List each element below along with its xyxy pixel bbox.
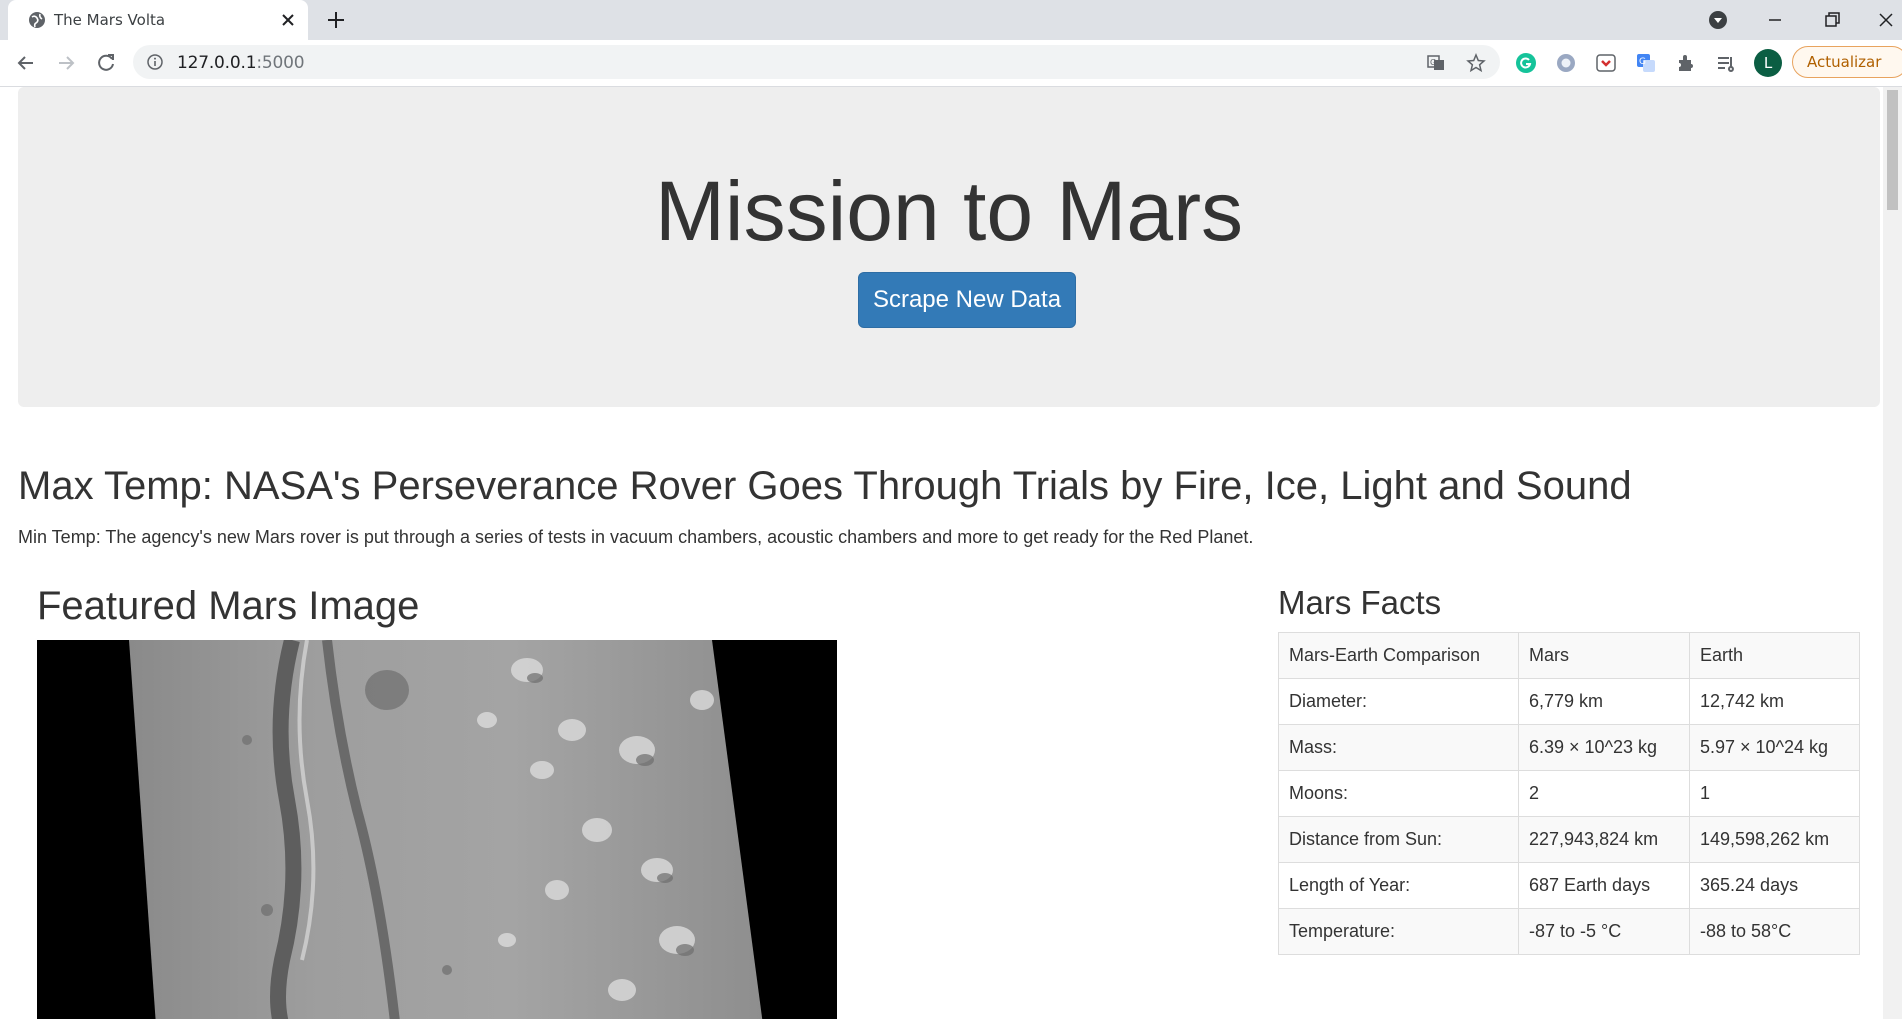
svg-text:G: G	[1639, 57, 1646, 67]
table-cell: 6.39 × 10^23 kg	[1518, 724, 1690, 771]
back-icon[interactable]	[15, 52, 37, 74]
address-bar[interactable]: 127.0.0.1:5000 G	[133, 45, 1500, 79]
table-cell: 149,598,262 km	[1689, 816, 1860, 863]
extensions-puzzle-icon[interactable]	[1675, 52, 1697, 74]
scrape-button[interactable]: Scrape New Data	[858, 272, 1076, 328]
table-cell: 12,742 km	[1689, 678, 1860, 725]
page-title: Mission to Mars	[654, 164, 1244, 258]
forward-icon[interactable]	[55, 52, 77, 74]
page-content: Mission to Mars Scrape New Data Max Temp…	[0, 87, 1883, 1019]
minimize-icon[interactable]	[1765, 10, 1785, 30]
translate-icon[interactable]: G	[1426, 53, 1446, 73]
extension-o-icon[interactable]	[1555, 52, 1577, 74]
header-cell: Mars-Earth Comparison	[1278, 632, 1519, 679]
news-title: Max Temp: NASA's Perseverance Rover Goes…	[18, 464, 1632, 508]
jumbotron: Mission to Mars Scrape New Data	[18, 87, 1880, 407]
table-cell: 1	[1689, 770, 1860, 817]
info-icon[interactable]	[147, 54, 163, 70]
table-cell: 365.24 days	[1689, 862, 1860, 909]
table-cell: -88 to 58°C	[1689, 908, 1860, 955]
table-cell: -87 to -5 °C	[1518, 908, 1690, 955]
table-cell: Length of Year:	[1278, 862, 1519, 909]
table-cell: 5.97 × 10^24 kg	[1689, 724, 1860, 771]
restore-icon[interactable]	[1822, 10, 1842, 30]
mars-facts-title: Mars Facts	[1278, 584, 1442, 621]
table-cell: 227,943,824 km	[1518, 816, 1690, 863]
tab-search-icon[interactable]	[1708, 10, 1728, 30]
update-label: Actualizar	[1807, 53, 1882, 71]
header-cell: Mars	[1518, 632, 1690, 679]
close-tab-icon[interactable]	[280, 12, 296, 28]
featured-mars-image	[37, 640, 837, 1019]
table-cell: 2	[1518, 770, 1690, 817]
table-cell: Diameter:	[1278, 678, 1519, 725]
table-row: Diameter: 6,779 km 12,742 km	[1278, 678, 1860, 725]
url-port: :5000	[256, 53, 305, 73]
mars-facts-table: Mars-Earth Comparison Mars Earth Diamete…	[1278, 632, 1860, 955]
table-cell: Moons:	[1278, 770, 1519, 817]
profile-avatar[interactable]: L	[1754, 49, 1782, 77]
table-row: Moons: 2 1	[1278, 770, 1860, 817]
table-cell: 687 Earth days	[1518, 862, 1690, 909]
table-cell: Temperature:	[1278, 908, 1519, 955]
header-cell: Earth	[1689, 632, 1860, 679]
bookmark-star-icon[interactable]	[1466, 53, 1486, 73]
table-cell: Mass:	[1278, 724, 1519, 771]
news-paragraph: Min Temp: The agency's new Mars rover is…	[18, 527, 1254, 547]
url-host: 127.0.0.1	[177, 53, 257, 73]
new-tab-icon[interactable]	[326, 10, 346, 30]
featured-image-title: Featured Mars Image	[37, 584, 420, 628]
globe-icon	[29, 12, 45, 28]
table-row: Distance from Sun: 227,943,824 km 149,59…	[1278, 816, 1860, 863]
browser-tab[interactable]: The Mars Volta	[8, 0, 308, 40]
table-header-row: Mars-Earth Comparison Mars Earth	[1278, 632, 1860, 679]
close-window-icon[interactable]	[1876, 10, 1896, 30]
table-cell: Distance from Sun:	[1278, 816, 1519, 863]
browser-toolbar: 127.0.0.1:5000 G G L Actualizar	[0, 40, 1902, 87]
table-cell: 6,779 km	[1518, 678, 1690, 725]
tab-strip: The Mars Volta	[0, 0, 1902, 40]
update-button[interactable]: Actualizar	[1792, 46, 1902, 78]
table-row: Temperature: -87 to -5 °C -88 to 58°C	[1278, 908, 1860, 955]
tab-title: The Mars Volta	[54, 11, 166, 29]
url-text: 127.0.0.1:5000	[177, 53, 305, 73]
table-row: Length of Year: 687 Earth days 365.24 da…	[1278, 862, 1860, 909]
google-translate-icon[interactable]: G	[1635, 52, 1657, 74]
scrollbar-thumb[interactable]	[1887, 90, 1898, 210]
table-row: Mass: 6.39 × 10^23 kg 5.97 × 10^24 kg	[1278, 724, 1860, 771]
svg-text:G: G	[1430, 58, 1436, 67]
pocket-icon[interactable]	[1595, 52, 1617, 74]
grammarly-icon[interactable]	[1515, 52, 1537, 74]
scrollbar-track[interactable]	[1883, 87, 1902, 1019]
reading-list-icon[interactable]	[1715, 52, 1737, 74]
reload-icon[interactable]	[95, 52, 117, 74]
